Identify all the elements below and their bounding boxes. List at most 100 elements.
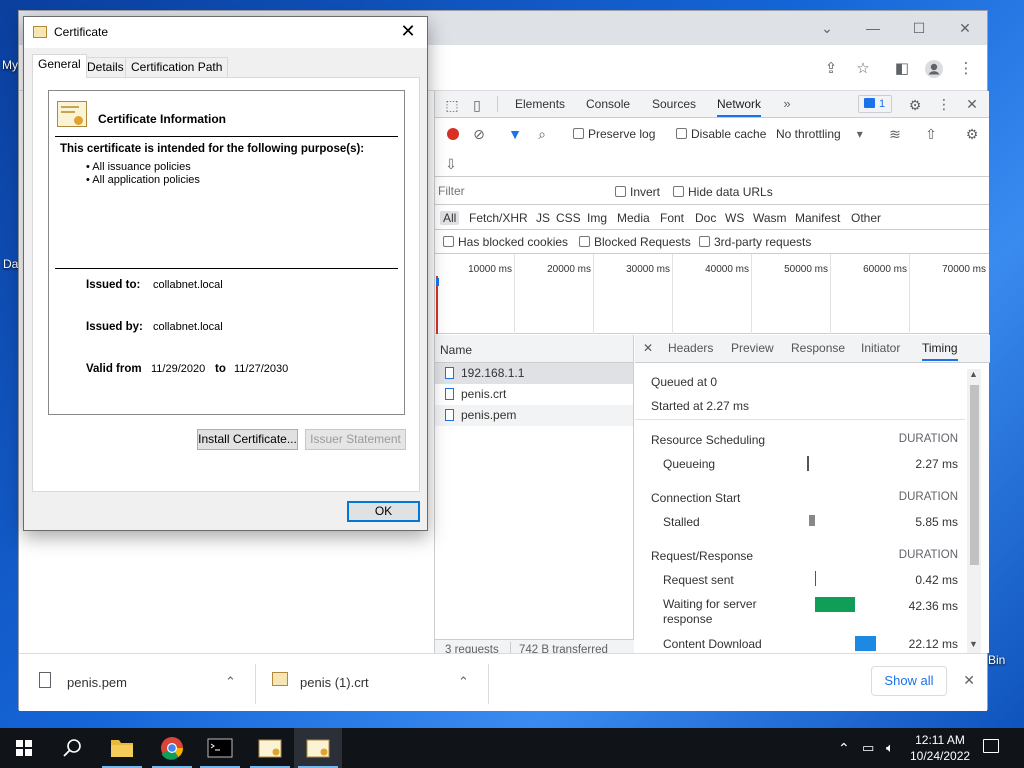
type-filter-manifest[interactable]: Manifest [795,211,840,225]
show-hidden-icons-chevron-icon[interactable]: ⌃ [838,728,850,768]
filter-input[interactable] [438,182,598,200]
preserve-log-checkbox[interactable]: Preserve log [573,127,655,141]
network-conditions-icon[interactable]: ≋ [887,126,903,142]
bookmark-star-icon[interactable]: ☆ [853,59,873,79]
hide-data-urls-checkbox[interactable]: Hide data URLs [673,185,773,199]
tab-sources[interactable]: Sources [652,91,696,117]
invert-checkbox[interactable]: Invert [615,185,660,199]
request-list-header[interactable]: Name [435,335,633,363]
tab-general[interactable]: General [32,54,87,78]
menu-kebab-icon[interactable]: ⋮ [956,59,976,79]
tab-headers[interactable]: Headers [668,335,713,361]
filter-funnel-icon[interactable]: ▼ [507,126,523,142]
close-details-icon[interactable]: ✕ [643,335,653,361]
notifications-icon[interactable] [983,739,999,753]
tab-elements[interactable]: Elements [515,91,565,117]
timing-bar-request-sent [815,571,816,586]
scroll-up-icon[interactable]: ▲ [969,369,978,379]
throttling-select[interactable]: No throttling ▾ [776,127,863,141]
terminal-taskbar-button[interactable] [196,728,244,768]
certificate-file-icon [272,672,288,686]
download-options-chevron-icon[interactable]: ⌃ [225,674,236,690]
certificate-taskbar-button[interactable] [246,728,294,768]
maximize-icon[interactable]: ☐ [896,17,942,39]
show-all-downloads-button[interactable]: Show all [871,666,947,696]
type-filter-css[interactable]: CSS [556,211,581,225]
import-har-icon[interactable]: ⇧ [923,126,939,142]
tab-initiator[interactable]: Initiator [861,335,900,361]
settings-gear-icon[interactable]: ⚙ [907,97,923,113]
scrollbar-thumb[interactable] [970,385,979,565]
network-settings-icon[interactable]: ⚙ [964,126,980,142]
type-filter-ws[interactable]: WS [725,211,744,225]
download-options-chevron-icon[interactable]: ⌃ [458,674,469,690]
network-overview[interactable]: 10000 ms 20000 ms 30000 ms 40000 ms 5000… [435,254,989,334]
more-tabs-chevron-icon[interactable]: » [779,96,795,112]
request-row[interactable]: penis.pem [435,405,633,426]
tab-details[interactable]: Details [81,57,130,77]
export-har-icon[interactable]: ⇩ [443,156,459,172]
certificate-active-taskbar-button[interactable] [294,728,342,768]
issues-badge[interactable]: 1 [858,95,892,113]
valid-to-label: to [215,363,226,375]
type-filter-all[interactable]: All [440,211,460,225]
type-filter-font[interactable]: Font [660,211,684,225]
inspect-element-icon[interactable]: ⬚ [444,97,460,113]
overview-tick: 60000 ms [863,264,907,275]
type-filter-other[interactable]: Other [851,211,881,225]
request-row[interactable]: 192.168.1.1 [435,363,633,384]
blocked-requests-checkbox[interactable]: Blocked Requests [579,235,691,249]
close-downloads-icon[interactable]: ✕ [963,672,975,689]
record-icon[interactable] [447,128,459,140]
close-devtools-icon[interactable]: ✕ [964,96,980,112]
start-button[interactable] [0,728,48,768]
third-party-checkbox[interactable]: 3rd-party requests [699,235,811,249]
scroll-down-icon[interactable]: ▼ [969,639,978,649]
tab-network[interactable]: Network [717,91,762,117]
close-dialog-icon[interactable]: ✕ [397,21,419,42]
minimize-icon[interactable]: — [850,17,896,39]
tab-search-icon[interactable]: ⌄ [804,17,850,39]
tab-console[interactable]: Console [586,91,630,117]
queued-at: Queued at 0 [651,375,718,389]
ok-button[interactable]: OK [347,501,420,522]
clock[interactable]: 12:11 AM 10/24/2022 [910,732,970,764]
request-row[interactable]: penis.crt [435,384,633,405]
has-blocked-cookies-checkbox[interactable]: Has blocked cookies [443,235,568,249]
download-item[interactable]: penis.pem ⌃ [19,664,256,704]
download-item[interactable]: penis (1).crt ⌃ [256,664,489,704]
type-filter-media[interactable]: Media [617,211,650,225]
type-filter-doc[interactable]: Doc [695,211,716,225]
share-icon[interactable]: ⇪ [821,59,841,79]
timing-scrollbar[interactable]: ▲ ▼ [967,369,981,653]
device-toolbar-icon[interactable]: ▯ [469,97,485,113]
chrome-taskbar-button[interactable] [148,728,196,768]
type-filter-img[interactable]: Img [587,211,607,225]
side-panel-icon[interactable]: ◧ [892,59,912,79]
search-icon[interactable]: ⌕ [534,126,550,142]
clear-icon[interactable]: ⊘ [471,126,487,142]
network-icon[interactable]: ▭ [862,728,874,768]
devtools-menu-icon[interactable]: ⋮ [936,96,952,112]
profile-avatar-icon[interactable] [924,59,944,79]
tab-response[interactable]: Response [791,335,845,361]
type-filter-js[interactable]: JS [536,211,550,225]
install-certificate-button[interactable]: Install Certificate... [197,429,298,450]
section-connection-start: Connection Start [651,491,741,505]
downloads-bar: penis.pem ⌃ penis (1).crt ⌃ Show all ✕ [19,653,987,711]
issued-to-value: collabnet.local [153,279,223,291]
file-explorer-taskbar-button[interactable] [98,728,146,768]
tab-timing[interactable]: Timing [922,335,958,361]
tab-certification-path[interactable]: Certification Path [125,57,229,77]
close-window-icon[interactable]: ✕ [942,17,988,39]
volume-icon[interactable]: 🔈︎ [886,728,894,768]
disable-cache-checkbox[interactable]: Disable cache [676,127,766,141]
search-taskbar-button[interactable] [48,728,96,768]
type-filter-fetch-xhr[interactable]: Fetch/XHR [469,211,528,225]
tab-preview[interactable]: Preview [731,335,774,361]
file-icon [39,672,51,688]
certificate-info-heading: Certificate Information [98,112,227,126]
issued-by-value: collabnet.local [153,321,223,333]
request-list: Name 192.168.1.1 penis.crt penis.pem [435,335,634,641]
type-filter-wasm[interactable]: Wasm [753,211,787,225]
